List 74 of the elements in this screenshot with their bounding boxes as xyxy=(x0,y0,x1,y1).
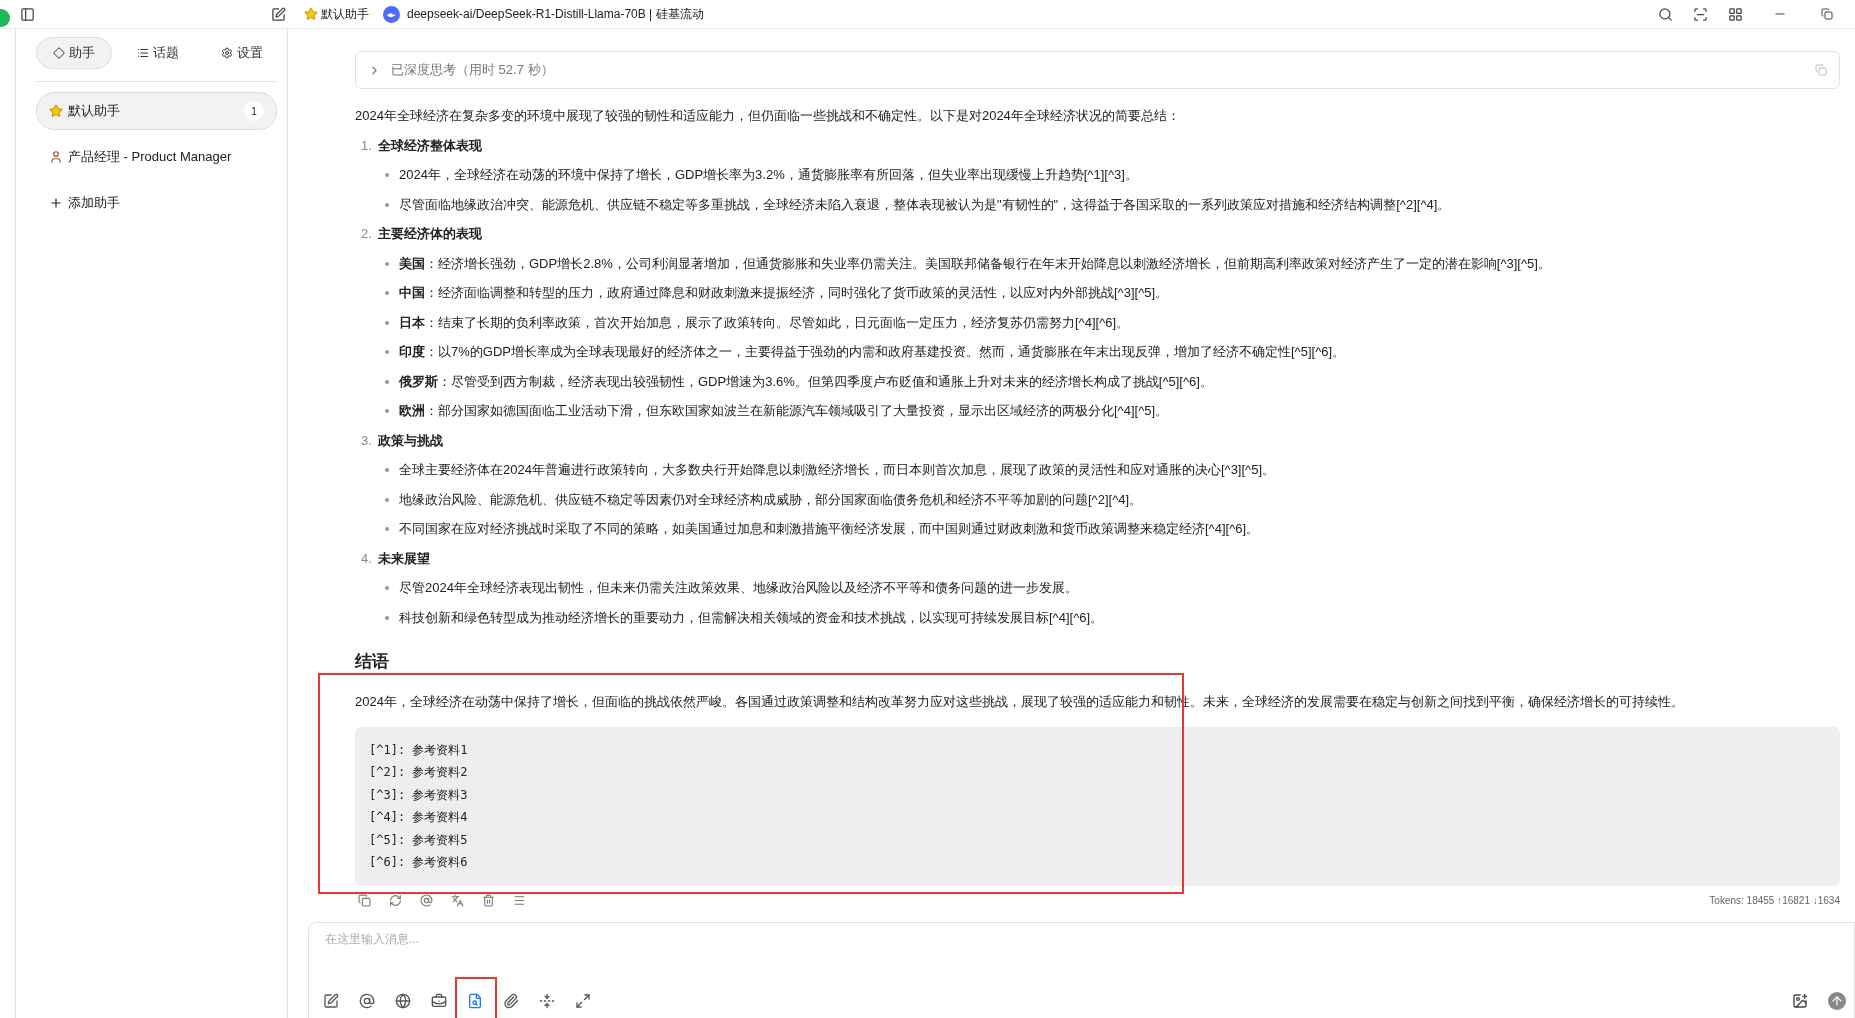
person-icon xyxy=(49,150,63,164)
mention-icon[interactable] xyxy=(359,993,375,1009)
sidebar-toggle-icon[interactable] xyxy=(20,6,35,22)
file-search-icon[interactable] xyxy=(467,993,483,1009)
translate-icon[interactable] xyxy=(451,893,464,907)
grid-icon[interactable] xyxy=(1728,6,1743,22)
expand-icon[interactable] xyxy=(575,993,591,1009)
regenerate-icon[interactable] xyxy=(389,893,402,907)
bullet-text: 美国：经济增长强劲，GDP增长2.8%，公司利润显著增加，但通货膨胀和失业率仍需关注。美国联邦储备银行在年末开始降息以刺激经济增长，但前期高利率政策对经济产生了一定的潜在影响[^3][^5]。 xyxy=(399,254,1551,273)
briefcase-icon[interactable] xyxy=(431,993,447,1009)
edit-icon[interactable] xyxy=(323,993,339,1009)
code-line: [^4]: 参考资料4 xyxy=(369,809,469,826)
delete-icon[interactable] xyxy=(482,893,495,907)
mention-icon[interactable] xyxy=(420,893,433,907)
globe-icon[interactable] xyxy=(395,993,411,1009)
bullet-text: 科技创新和绿色转型成为推动经济增长的重要动力，但需解决相关领域的资金和技术挑战，以实现可持续发展目标[^4][^6]。 xyxy=(399,608,1104,627)
image-plus-icon[interactable] xyxy=(1792,993,1808,1009)
sidebar-tab[interactable]: 设置 xyxy=(204,37,280,69)
bullet-text: 尽管面临地缘政治冲突、能源危机、供应链不稳定等多重挑战，全球经济未陷入衰退，整体表现被认为是"有韧性的"，这得益于各国采取的一系列政策应对措施和经济结构调整[^2][^4]。 xyxy=(399,195,1451,214)
bullet-text: 2024年，全球经济在动荡的环境中保持了增长，GDP增长率为3.2%，通货膨胀率有所回落，但失业率出现缓慢上升趋势[^1][^3]。 xyxy=(399,166,1138,184)
token-count: Tokens: 18455 ↑16821 ↓1634 xyxy=(1709,894,1840,906)
assistant-name[interactable]: 默认助手 xyxy=(321,5,369,23)
bullet-text: 中国：经济面临调整和转型的压力，政府通过降息和财政刺激来提振经济，同时强化了货币政策的灵活性，以应对内外部挑战[^3][^5]。 xyxy=(399,284,1169,302)
code-line: [^5]: 参考资料5 xyxy=(369,831,469,849)
code-line: [^2]: 参考资料2 xyxy=(369,764,469,781)
list-number: 3. xyxy=(361,431,372,450)
bullet-text: 日本：结束了长期的负利率政策，首次开始加息，展示了政策转向。尽管如此，日元面临一定压力，经济复苏仍需努力[^4][^6]。 xyxy=(399,313,1130,332)
assistant-name: 产品经理 - Product Manager xyxy=(68,148,232,166)
scan-icon[interactable] xyxy=(1693,6,1708,22)
edit-icon[interactable] xyxy=(271,6,286,22)
bullet-text: 俄罗斯：尽管受到西方制裁，经济表现出较强韧性，GDP增速为3.6%。但第四季度卢布贬值和通胀上升对未来的经济增长构成了挑战[^5][^6]。 xyxy=(399,372,1213,391)
conclusion-heading: 结语 xyxy=(355,651,390,673)
diamond-icon xyxy=(53,47,65,59)
code-line: [^6]: 参考资料6 xyxy=(369,854,469,871)
model-logo-icon xyxy=(383,5,400,23)
model-name[interactable]: deepseek-ai/DeepSeek-R1-Distill-Llama-70B | 硅基流动 xyxy=(407,5,704,23)
bullet-text: 欧洲：部分国家如德国面临工业活动下滑，但东欧国家如波兰在新能源汽车领域吸引了大量投资，显示出区域经济的两极分化[^4][^5]。 xyxy=(399,402,1169,420)
section-title: 政策与挑战 xyxy=(377,431,443,450)
assistant-item[interactable]: 产品经理 - Product Manager xyxy=(36,138,277,176)
code-line: [^3]: 参考资料3 xyxy=(369,786,469,804)
restore-icon[interactable] xyxy=(1821,8,1833,20)
intro-text: 2024年全球经济在复杂多变的环境中展现了较强的韧性和适应能力，但仍面临一些挑战和不确定性。以下是对2024年全球经济状况的简要总结： xyxy=(355,107,1181,125)
count-badge: 1 xyxy=(244,101,264,121)
code-line: [^1]: 参考资料1 xyxy=(369,741,469,759)
section-title: 全球经济整体表现 xyxy=(377,136,482,155)
message-input[interactable]: 在这里输入消息... xyxy=(323,931,1840,947)
star-icon xyxy=(49,104,63,118)
paperclip-icon[interactable] xyxy=(503,993,519,1009)
bullet-text: 尽管2024年全球经济表现出韧性，但未来仍需关注政策效果、地缘政治风险以及经济不平等和债务问题的进一步发展。 xyxy=(399,579,1078,597)
section-title: 主要经济体的表现 xyxy=(377,225,482,243)
gear-icon xyxy=(221,47,233,59)
star-icon xyxy=(304,7,318,21)
section-title: 未来展望 xyxy=(377,549,430,568)
highlight-frame xyxy=(455,977,497,1018)
list-number: 1. xyxy=(361,136,372,155)
search-icon[interactable] xyxy=(1658,6,1673,22)
bullet-text: 印度：以7%的GDP增长率成为全球表现最好的经济体之一，主要得益于强劲的内需和政府基建投资。然而，通货膨胀在年末出现反弹，增加了经济不确定性[^5][^6]。 xyxy=(399,343,1346,361)
bullet-text: 地缘政治风险、能源危机、供应链不稳定等因素仍对全球经济构成威胁，部分国家面临债务危机和经济不平等加剧的问题[^2][^4]。 xyxy=(399,490,1143,509)
bullet-text: 不同国家在应对经济挑战时采取了不同的策略，如美国通过加息和刺激措施平衡经济发展，而中国则通过财政刺激和货币政策调整来稳定经济[^4][^6]。 xyxy=(399,520,1260,538)
bullet-text: 全球主要经济体在2024年普遍进行政策转向，大多数央行开始降息以刺激经济增长，而日本则首次加息，展现了政策的灵活性和应对通胀的决心[^3][^5]。 xyxy=(399,461,1276,479)
add-assistant-button[interactable]: 添加助手 xyxy=(36,184,277,222)
list-icon xyxy=(137,47,149,59)
assistant-item[interactable]: 默认助手 1 xyxy=(36,92,277,130)
list-number: 4. xyxy=(361,549,372,568)
fold-icon[interactable] xyxy=(539,993,555,1009)
plus-icon xyxy=(49,196,63,210)
copy-icon[interactable] xyxy=(358,893,371,907)
sidebar-tab[interactable]: 话题 xyxy=(120,37,196,69)
assistant-name: 默认助手 xyxy=(68,102,120,120)
list-number: 2. xyxy=(361,225,372,243)
sidebar-tab[interactable]: 助手 xyxy=(36,37,112,69)
menu-icon[interactable] xyxy=(513,893,526,907)
send-icon[interactable] xyxy=(1828,992,1846,1010)
thinking-panel[interactable]: 已深度思考（用时 52.7 秒） xyxy=(355,51,1840,89)
